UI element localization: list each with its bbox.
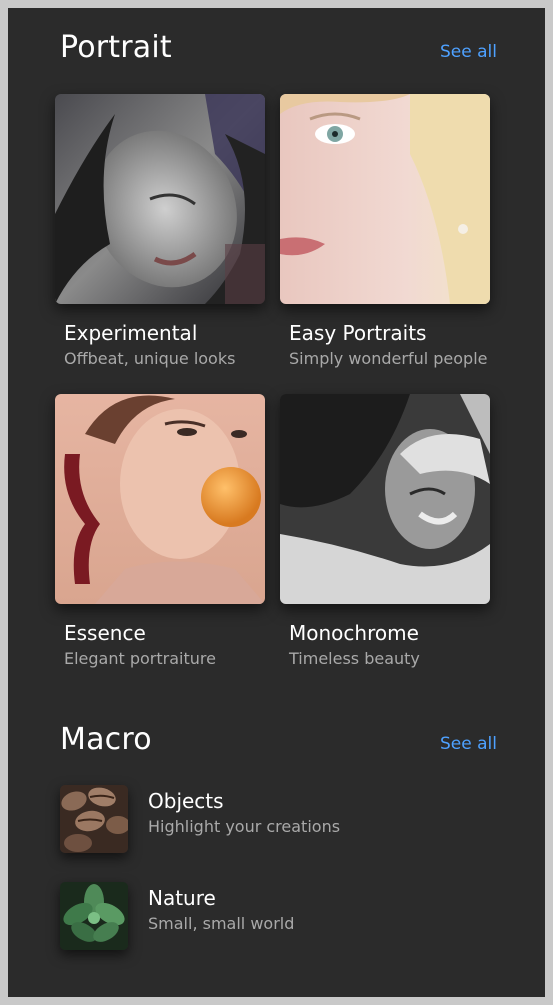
card-easy-portraits[interactable]: Easy Portraits Simply wonderful people: [280, 94, 490, 368]
card-title: Easy Portraits: [289, 321, 427, 345]
macro-see-all-link[interactable]: See all: [440, 734, 497, 754]
experimental-portrait-photo: [55, 94, 265, 304]
succulent-photo: [60, 882, 128, 950]
monochrome-portrait-photo: [280, 394, 490, 604]
macro-section-title: Macro: [60, 722, 152, 757]
list-item-title: Nature: [148, 886, 216, 910]
card-title: Essence: [64, 621, 146, 645]
portrait-section-title: Portrait: [60, 30, 172, 65]
card-essence[interactable]: Essence Elegant portraiture: [55, 394, 265, 668]
card-subtitle: Simply wonderful people: [289, 349, 488, 368]
list-item-subtitle: Small, small world: [148, 914, 295, 933]
essence-portrait-photo: [55, 394, 265, 604]
list-item-nature[interactable]: Nature Small, small world: [60, 882, 500, 950]
list-item-objects[interactable]: Objects Highlight your creations: [60, 785, 500, 853]
coffee-beans-photo: [60, 785, 128, 853]
macro-section-header: Macro See all: [60, 722, 497, 757]
card-subtitle: Offbeat, unique looks: [64, 349, 236, 368]
card-subtitle: Timeless beauty: [289, 649, 420, 668]
card-subtitle: Elegant portraiture: [64, 649, 216, 668]
easy-portraits-photo: [280, 94, 490, 304]
card-monochrome[interactable]: Monochrome Timeless beauty: [280, 394, 490, 668]
list-item-title: Objects: [148, 789, 224, 813]
list-item-subtitle: Highlight your creations: [148, 817, 341, 836]
card-title: Monochrome: [289, 621, 419, 645]
card-title: Experimental: [64, 321, 198, 345]
card-experimental[interactable]: Experimental Offbeat, unique looks: [55, 94, 265, 368]
portrait-see-all-link[interactable]: See all: [440, 42, 497, 62]
portrait-section-header: Portrait See all: [60, 30, 497, 65]
app-window: Portrait See all Experimental Offbeat, u…: [8, 8, 545, 997]
